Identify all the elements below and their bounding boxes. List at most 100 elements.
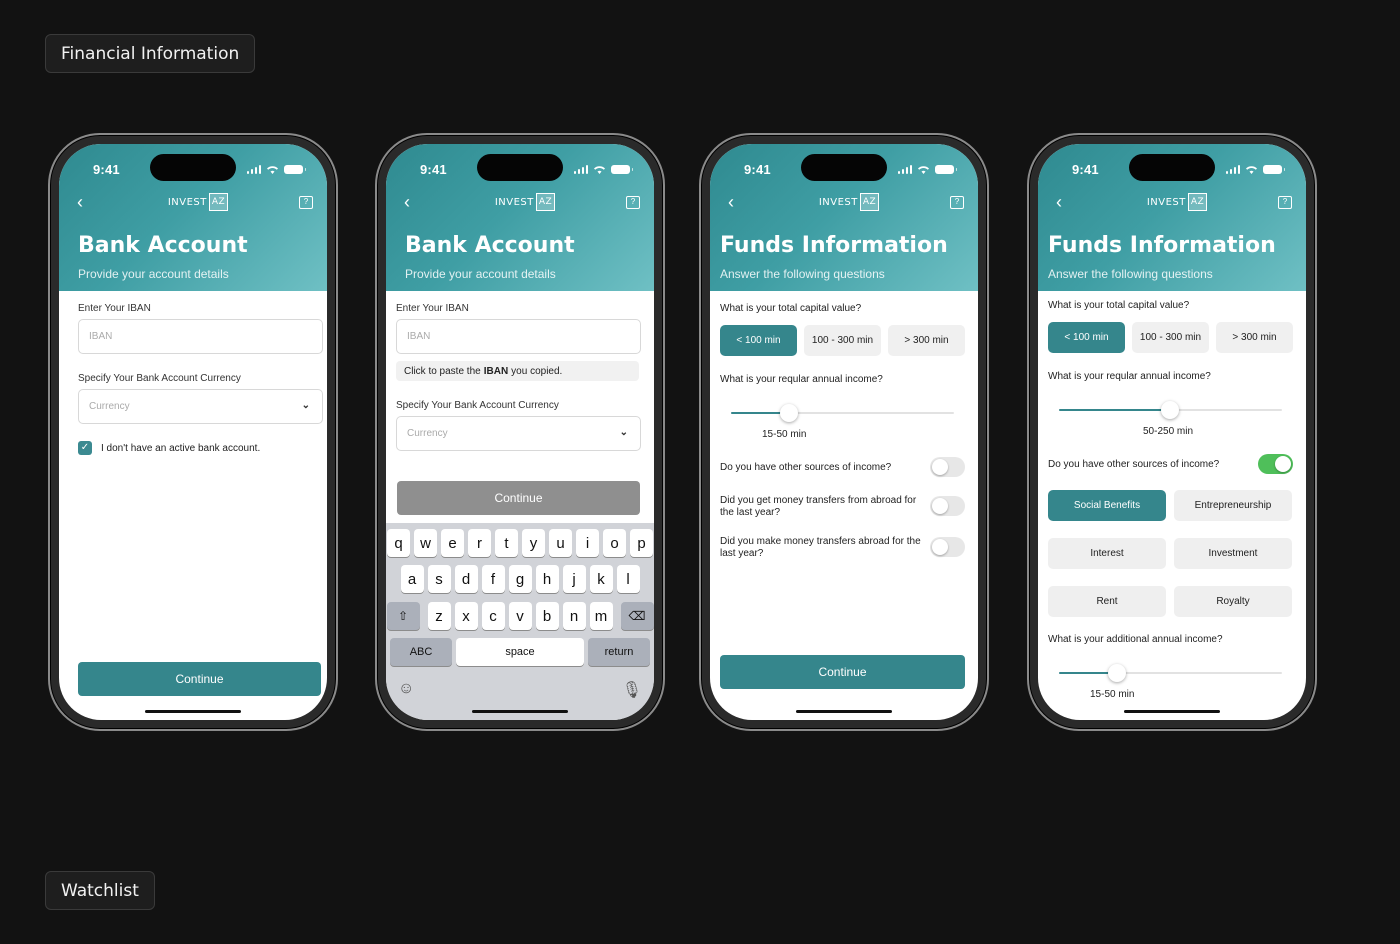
currency-select[interactable]: Currency ⌄ [396, 416, 641, 451]
key-n[interactable]: n [562, 602, 586, 630]
chat-help-icon[interactable]: ? [950, 195, 964, 209]
page-title: Bank Account [405, 233, 575, 258]
screen: 9:41 ‹ INVEST AZ ? Bank Account Provide y… [59, 144, 327, 720]
continue-button[interactable]: Continue [720, 655, 965, 689]
checkbox-checked-icon[interactable]: ✓ [78, 441, 92, 455]
wifi-icon [267, 165, 278, 174]
transfers-out-question: Did you make money transfers abroad for … [720, 536, 921, 559]
screen: 9:41 ‹ INVEST AZ ? Bank Account Provide y… [386, 144, 654, 720]
paste-iban-hint[interactable]: Click to paste the IBAN you copied. [396, 361, 639, 381]
key-u[interactable]: u [549, 529, 572, 557]
transfers-in-toggle[interactable] [930, 496, 965, 516]
shift-key[interactable]: ⇧ [386, 602, 420, 630]
key-i[interactable]: i [576, 529, 599, 557]
source-chip-interest[interactable]: Interest [1048, 538, 1166, 569]
on-screen-keyboard: qwertyuiop asdfghjkl ⇧ zxcvbnm ⌫ ABC spa… [386, 523, 654, 720]
delete-key[interactable]: ⌫ [620, 602, 654, 630]
iban-input[interactable]: IBAN [78, 319, 323, 354]
source-chip-investment[interactable]: Investment [1174, 538, 1292, 569]
capital-option-3[interactable]: > 300 min [888, 325, 965, 356]
return-key[interactable]: return [588, 638, 650, 666]
currency-select[interactable]: Currency ⌄ [78, 389, 323, 424]
income-slider-value: 15-50 min [762, 429, 807, 440]
other-sources-toggle[interactable] [1258, 454, 1293, 474]
wifi-icon [1246, 165, 1257, 174]
emoji-icon[interactable]: ☺ [398, 680, 414, 700]
back-chevron-icon[interactable]: ‹ [1056, 192, 1076, 213]
source-chip-rent[interactable]: Rent [1048, 586, 1166, 617]
source-chip-entrepreneurship[interactable]: Entrepreneurship [1174, 490, 1292, 521]
key-y[interactable]: y [522, 529, 545, 557]
income-slider-knob[interactable] [1161, 401, 1179, 419]
additional-slider-knob[interactable] [1108, 664, 1126, 682]
dynamic-island [801, 154, 887, 181]
chat-help-icon[interactable]: ? [1278, 195, 1292, 209]
chat-help-icon[interactable]: ? [299, 195, 313, 209]
back-chevron-icon[interactable]: ‹ [77, 192, 97, 213]
key-b[interactable]: b [535, 602, 559, 630]
additional-slider-value: 15-50 min [1090, 689, 1135, 700]
invest-az-logo: INVEST AZ [168, 193, 229, 211]
section-tag-watchlist[interactable]: Watchlist [45, 871, 155, 910]
key-s[interactable]: s [427, 565, 451, 593]
navbar: ‹ INVEST AZ ? [404, 189, 640, 215]
key-o[interactable]: o [603, 529, 626, 557]
capital-option-3[interactable]: > 300 min [1216, 322, 1293, 353]
income-slider-fill [1059, 409, 1170, 411]
key-g[interactable]: g [508, 565, 532, 593]
source-chip-royalty[interactable]: Royalty [1174, 586, 1292, 617]
capital-option-2[interactable]: 100 - 300 min [1132, 322, 1209, 353]
key-l[interactable]: l [616, 565, 640, 593]
screen: 9:41 ‹ INVEST AZ ? Funds Information Answ… [1038, 144, 1306, 720]
source-chip-social-benefits[interactable]: Social Benefits [1048, 490, 1166, 521]
iban-input[interactable]: IBAN [396, 319, 641, 354]
key-e[interactable]: e [441, 529, 464, 557]
hint-text-post: you copied. [511, 365, 563, 377]
key-c[interactable]: c [481, 602, 505, 630]
capital-option-1[interactable]: < 100 min [1048, 322, 1125, 353]
currency-placeholder: Currency [89, 401, 130, 412]
key-h[interactable]: h [535, 565, 559, 593]
transfers-out-toggle[interactable] [930, 537, 965, 557]
other-sources-toggle[interactable] [930, 457, 965, 477]
chat-help-icon[interactable]: ? [626, 195, 640, 209]
key-v[interactable]: v [508, 602, 532, 630]
continue-button-disabled[interactable]: Continue [397, 481, 640, 515]
signal-icon [1225, 164, 1240, 174]
invest-az-logo: INVEST AZ [1147, 193, 1208, 211]
key-f[interactable]: f [481, 565, 505, 593]
signal-icon [897, 164, 912, 174]
key-a[interactable]: a [400, 565, 424, 593]
abc-key[interactable]: ABC [390, 638, 452, 666]
section-tag-financial-information[interactable]: Financial Information [45, 34, 256, 73]
back-chevron-icon[interactable]: ‹ [404, 192, 424, 213]
capital-option-2[interactable]: 100 - 300 min [804, 325, 881, 356]
invest-az-logo: INVEST AZ [495, 193, 556, 211]
key-d[interactable]: d [454, 565, 478, 593]
key-t[interactable]: t [495, 529, 518, 557]
page-subtitle: Answer the following questions [1048, 267, 1213, 281]
page-title: Funds Information [1048, 233, 1276, 258]
key-z[interactable]: z [427, 602, 451, 630]
microphone-icon[interactable]: 🎙 [622, 680, 642, 700]
phone-funds-information-expanded: 9:41 ‹ INVEST AZ ? Funds Information Answ… [1027, 133, 1317, 731]
battery-icon [284, 164, 306, 174]
home-indicator [1124, 710, 1220, 713]
continue-button[interactable]: Continue [78, 662, 321, 696]
screen: 9:41 ‹ INVEST AZ ? Funds Information Answ… [710, 144, 978, 720]
back-chevron-icon[interactable]: ‹ [728, 192, 748, 213]
key-m[interactable]: m [589, 602, 613, 630]
hint-text-bold: IBAN [483, 365, 509, 377]
income-slider-knob[interactable] [780, 404, 798, 422]
key-p[interactable]: p [630, 529, 653, 557]
key-q[interactable]: q [387, 529, 410, 557]
dynamic-island [150, 154, 236, 181]
key-k[interactable]: k [589, 565, 613, 593]
space-key[interactable]: space [456, 638, 584, 666]
key-w[interactable]: w [414, 529, 437, 557]
key-j[interactable]: j [562, 565, 586, 593]
key-x[interactable]: x [454, 602, 478, 630]
no-bank-account-checkbox-row[interactable]: ✓ I don't have an active bank account. [78, 441, 260, 455]
key-r[interactable]: r [468, 529, 491, 557]
capital-option-1[interactable]: < 100 min [720, 325, 797, 356]
